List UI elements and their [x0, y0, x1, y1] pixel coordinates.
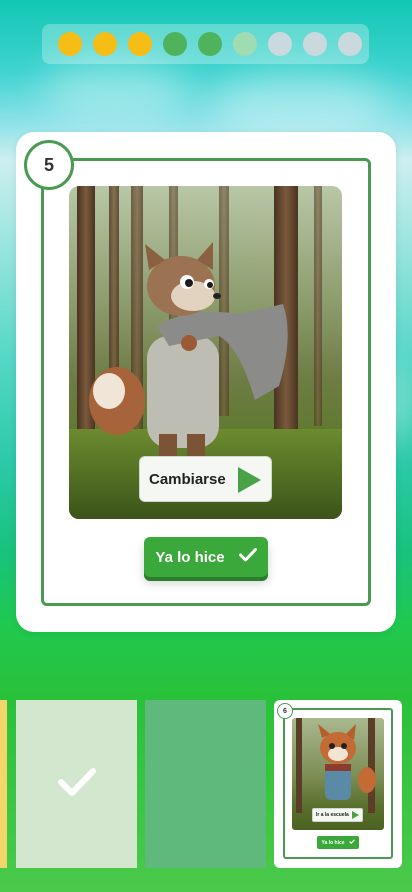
check-icon: [57, 767, 97, 802]
progress-dot-completed: [58, 32, 82, 56]
done-button[interactable]: Ya lo hice: [144, 537, 268, 577]
progress-dot-current: [163, 32, 187, 56]
done-button[interactable]: Ya lo hice: [317, 836, 359, 849]
progress-dot-pending: [338, 32, 362, 56]
previous-tile-edge[interactable]: [0, 700, 7, 868]
check-icon: [348, 839, 355, 846]
play-icon: [351, 810, 360, 822]
progress-dot-upcoming: [233, 32, 257, 56]
check-icon: [238, 548, 257, 566]
background-cloud: [40, 60, 190, 120]
background-cloud: [210, 70, 390, 140]
step-tile[interactable]: [145, 700, 266, 868]
done-button-label: Ya lo hice: [155, 548, 225, 566]
progress-dot-completed: [93, 32, 117, 56]
step-number-badge: 5: [24, 140, 74, 190]
done-button-label: Ya lo hice: [321, 839, 345, 846]
progress-dot-pending: [268, 32, 292, 56]
action-label-chip[interactable]: Ir a la escuela: [312, 808, 363, 822]
action-label: Cambiarse: [149, 470, 226, 488]
step-number-badge: 6: [277, 703, 293, 719]
progress-tracker: [42, 24, 369, 64]
completed-step-tile[interactable]: [16, 700, 137, 868]
progress-dot-completed: [128, 32, 152, 56]
play-icon[interactable]: [232, 463, 265, 496]
action-label: Ir a la escuela: [316, 812, 349, 818]
step-illustration: Cambiarse: [69, 186, 342, 519]
progress-dot-pending: [303, 32, 327, 56]
action-label-chip[interactable]: Cambiarse: [139, 456, 272, 502]
current-step-card: 5 Cambiarse Ya lo hice: [16, 132, 396, 632]
next-step-card[interactable]: 6 Ir a la escuela Ya lo hice: [274, 700, 402, 868]
progress-dot-current: [198, 32, 222, 56]
